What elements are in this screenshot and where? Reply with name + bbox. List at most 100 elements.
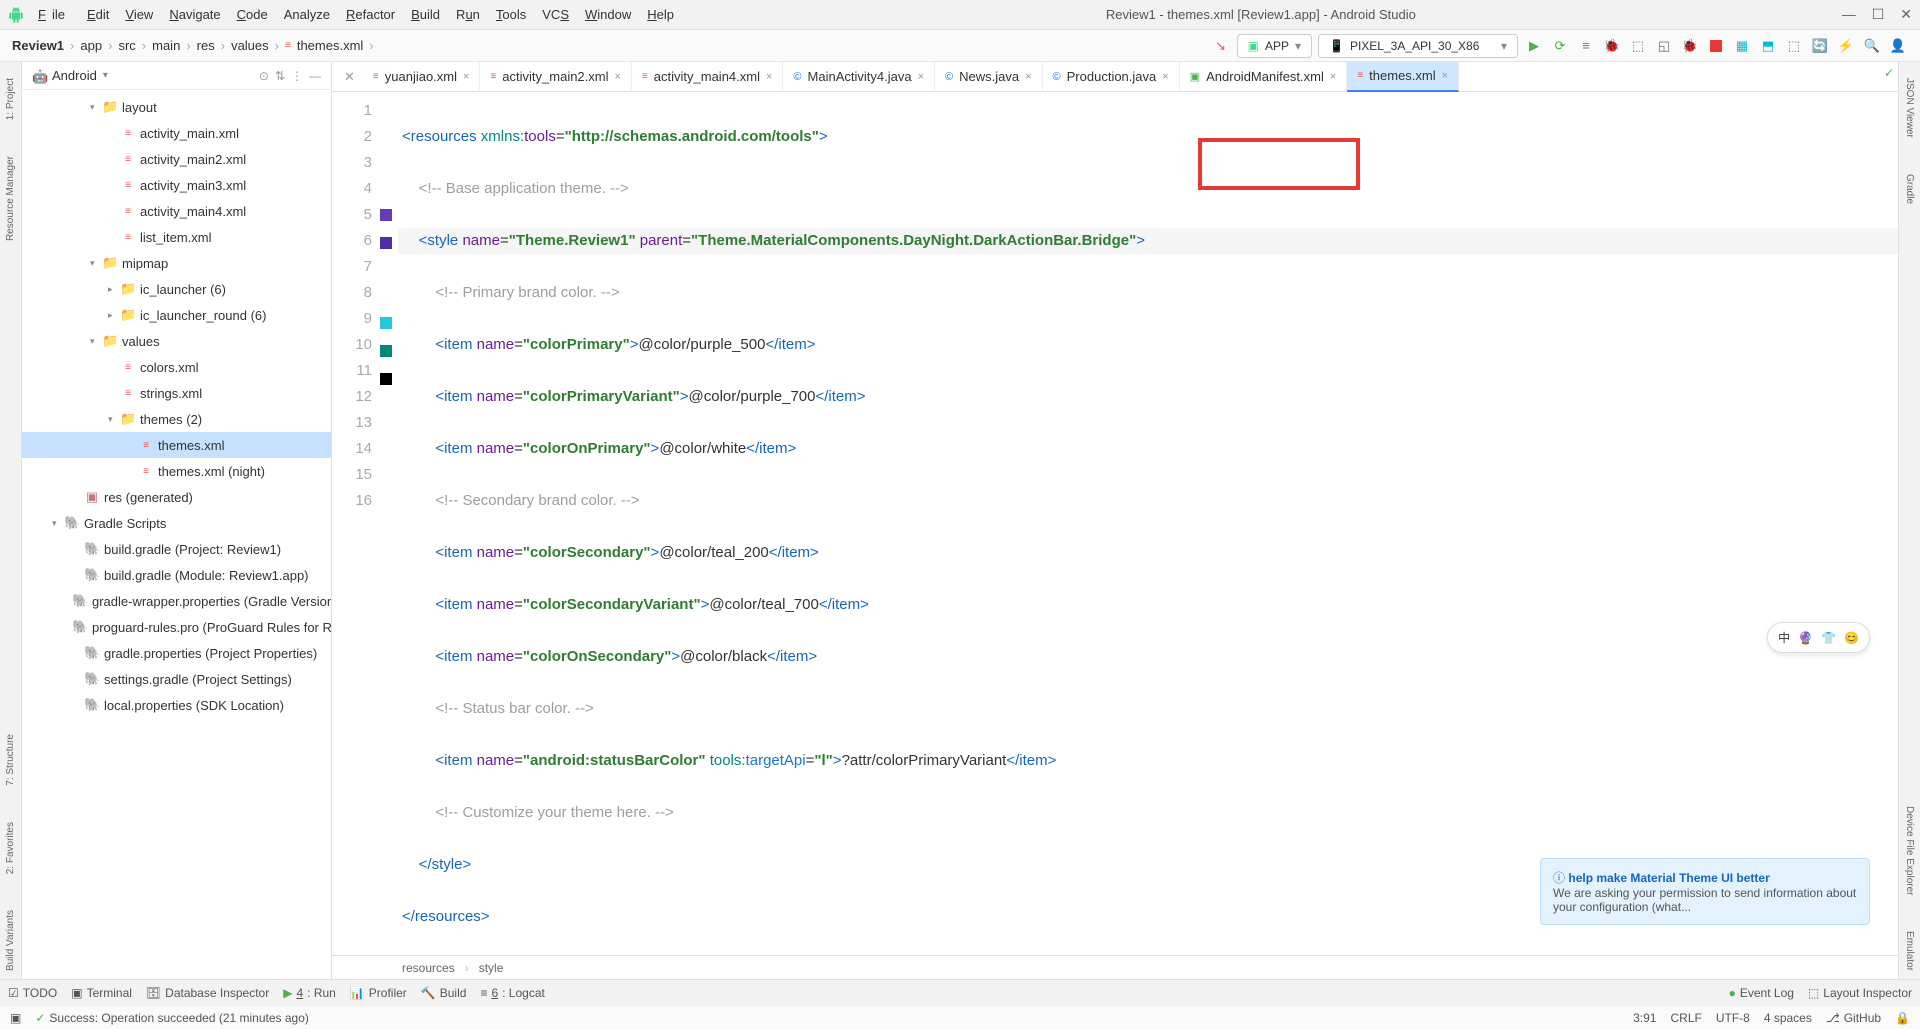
debug-button[interactable]: 🐞 (1602, 36, 1622, 56)
folder-res-generated[interactable]: ▣res (generated) (22, 484, 331, 510)
rail-device-explorer[interactable]: Device File Explorer (1902, 798, 1917, 903)
profiler-icon[interactable]: ◱ (1654, 36, 1674, 56)
file-build-gradle-project[interactable]: 🐘build.gradle (Project: Review1) (22, 536, 331, 562)
debug-attach-icon[interactable]: 🐞 (1680, 36, 1700, 56)
device-dropdown[interactable]: 📱PIXEL_3A_API_30_X86▾ (1318, 34, 1518, 58)
menu-analyze[interactable]: Analyze (278, 3, 336, 26)
folder-layout[interactable]: ▾📁layout (22, 94, 331, 120)
avd-manager-icon[interactable]: ▦ (1732, 36, 1752, 56)
target-icon[interactable]: ⊙ (259, 69, 269, 83)
menu-edit[interactable]: Edit (81, 3, 115, 26)
file-list-item[interactable]: ≡list_item.xml (22, 224, 331, 250)
filter-icon[interactable]: ⇅ (275, 69, 285, 83)
file-settings-gradle[interactable]: 🐘settings.gradle (Project Settings) (22, 666, 331, 692)
tab-news[interactable]: ©News.java× (935, 62, 1043, 92)
maximize-button[interactable]: ☐ (1872, 6, 1885, 23)
file-proguard[interactable]: 🐘proguard-rules.pro (ProGuard Rules for … (22, 614, 331, 640)
tab-mainactivity4[interactable]: ©MainActivity4.java× (783, 62, 935, 92)
status-position[interactable]: 3:91 (1633, 1011, 1656, 1025)
menu-navigate[interactable]: Navigate (163, 3, 226, 26)
assistant-icon[interactable]: ⚡ (1836, 36, 1856, 56)
menu-refactor[interactable]: Refactor (340, 3, 401, 26)
tab-manifest[interactable]: ▣AndroidManifest.xml× (1180, 62, 1348, 92)
tab-activity-main4[interactable]: ≡activity_main4.xml× (632, 62, 783, 92)
tab-production[interactable]: ©Production.java× (1043, 62, 1180, 92)
menu-run[interactable]: Run (450, 3, 486, 26)
resource-manager-icon[interactable]: ⬚ (1784, 36, 1804, 56)
file-colors[interactable]: ≡colors.xml (22, 354, 331, 380)
tab-logcat[interactable]: ≡ 6: Logcat6: Logcat (480, 986, 544, 1000)
code-editor[interactable]: 12345678910111213141516 <resources xmlns… (332, 92, 1898, 955)
rail-emulator[interactable]: Emulator (1902, 923, 1917, 979)
file-activity-main3[interactable]: ≡activity_main3.xml (22, 172, 331, 198)
menu-help[interactable]: Help (641, 3, 680, 26)
status-eol[interactable]: CRLF (1670, 1011, 1701, 1025)
file-gradle-properties[interactable]: 🐘gradle.properties (Project Properties) (22, 640, 331, 666)
tab-themes[interactable]: ≡themes.xml× (1347, 62, 1459, 92)
tab-database[interactable]: 🗄 Database Inspector (146, 986, 269, 1000)
status-tool-icon[interactable]: ▣ (10, 1011, 21, 1025)
status-git[interactable]: GitHub (1826, 1011, 1881, 1025)
tab-terminal[interactable]: ▣ Terminal (71, 986, 132, 1000)
folder-ic-launcher[interactable]: ▸📁ic_launcher (6) (22, 276, 331, 302)
rail-build-variants[interactable]: Build Variants (3, 902, 18, 979)
status-indent[interactable]: 4 spaces (1764, 1011, 1812, 1025)
tab-close-left[interactable]: ✕ (336, 69, 363, 85)
menu-build[interactable]: Build (405, 3, 446, 26)
coverage-icon[interactable]: ⬚ (1628, 36, 1648, 56)
menu-view[interactable]: View (119, 3, 159, 26)
tab-event-log[interactable]: ● Event Log (1729, 986, 1794, 1000)
ime-float[interactable]: 中🔮👕😊 (1767, 622, 1870, 653)
rail-structure[interactable]: 7: Structure (3, 726, 18, 794)
menu-vcs[interactable]: VCS (536, 3, 575, 26)
file-build-gradle-module[interactable]: 🐘build.gradle (Module: Review1.app) (22, 562, 331, 588)
minimize-button[interactable]: — (1842, 6, 1856, 23)
menu-tools[interactable]: Tools (490, 3, 532, 26)
tab-layout-inspector[interactable]: ⬚ Layout Inspector (1808, 986, 1912, 1000)
hide-icon[interactable]: — (309, 69, 321, 83)
rail-json-viewer[interactable]: JSON Viewer (1902, 70, 1917, 146)
file-themes[interactable]: ≡themes.xml (22, 432, 331, 458)
tab-activity-main2[interactable]: ≡activity_main2.xml× (480, 62, 631, 92)
sdk-manager-icon[interactable]: ⬒ (1758, 36, 1778, 56)
tab-yuanjiao[interactable]: ≡yuanjiao.xml× (363, 62, 481, 92)
rail-gradle[interactable]: Gradle (1902, 166, 1917, 212)
menu-window[interactable]: Window (579, 3, 637, 26)
status-lock-icon[interactable]: 🔒 (1895, 1011, 1910, 1025)
folder-themes[interactable]: ▾📁themes (2) (22, 406, 331, 432)
rail-favorites[interactable]: 2: Favorites (3, 814, 18, 882)
tab-todo[interactable]: ☑ TODO (8, 986, 57, 1000)
folder-mipmap[interactable]: ▾📁mipmap (22, 250, 331, 276)
search-icon[interactable]: 🔍 (1862, 36, 1882, 56)
file-gradle-wrapper[interactable]: 🐘gradle-wrapper.properties (Gradle Versi… (22, 588, 331, 614)
sidebar-view-title[interactable]: Android (52, 68, 97, 83)
apply-changes-icon[interactable]: ⟳ (1550, 36, 1570, 56)
rail-resource-manager[interactable]: Resource Manager (3, 148, 18, 249)
sync-gradle-icon[interactable]: 🔄 (1810, 36, 1830, 56)
code-content[interactable]: <resources xmlns:tools="http://schemas.a… (398, 92, 1898, 955)
file-activity-main2[interactable]: ≡activity_main2.xml (22, 146, 331, 172)
run-button[interactable]: ▶ (1524, 36, 1544, 56)
file-activity-main[interactable]: ≡activity_main.xml (22, 120, 331, 146)
file-themes-night[interactable]: ≡themes.xml (night) (22, 458, 331, 484)
back-arrow-icon[interactable]: ↘ (1211, 36, 1231, 56)
file-strings[interactable]: ≡strings.xml (22, 380, 331, 406)
folder-ic-launcher-round[interactable]: ▸📁ic_launcher_round (6) (22, 302, 331, 328)
tab-build[interactable]: 🔨 Build (421, 986, 467, 1000)
debug-list-icon[interactable]: ≡ (1576, 36, 1596, 56)
notification-toast[interactable]: ⓘ help make Material Theme UI better We … (1540, 858, 1870, 925)
close-button[interactable]: ✕ (1900, 6, 1912, 23)
run-config-dropdown[interactable]: ▣APP▾ (1237, 34, 1312, 58)
file-local-properties[interactable]: 🐘local.properties (SDK Location) (22, 692, 331, 718)
folder-gradle-scripts[interactable]: ▾🐘Gradle Scripts (22, 510, 331, 536)
file-activity-main4[interactable]: ≡activity_main4.xml (22, 198, 331, 224)
menu-code[interactable]: Code (231, 3, 274, 26)
tab-profiler[interactable]: 📊 Profiler (350, 986, 407, 1000)
user-icon[interactable]: 👤 (1888, 36, 1908, 56)
editor-breadcrumb[interactable]: resources›style (332, 955, 1898, 979)
menu-icon[interactable]: ⋮ (291, 69, 303, 83)
stop-button[interactable] (1706, 36, 1726, 56)
breadcrumb[interactable]: Review1› app› src› main› res› values› ≡ … (12, 38, 1211, 53)
tab-run[interactable]: ▶ 4: 4: RunRun (283, 986, 336, 1000)
menu-file[interactable]: File (32, 3, 77, 26)
